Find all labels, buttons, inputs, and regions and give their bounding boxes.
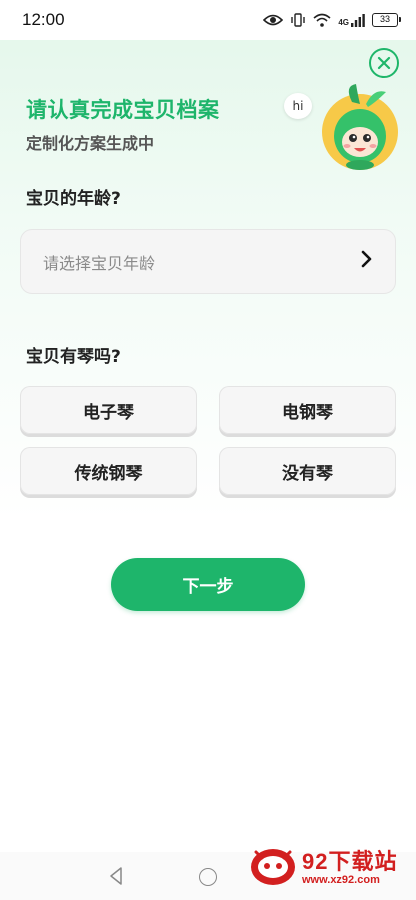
close-icon [377,56,391,70]
signal-icon: 4G [338,13,365,27]
mascot-speech-bubble: hi [284,93,312,119]
watermark-brand: 92下载站 [302,849,398,874]
status-time: 12:00 [22,10,65,29]
watermark: 92下载站 www.xz92.com [244,838,414,894]
wifi-icon [313,13,331,27]
piano-section-label: 宝贝有琴吗? [26,347,121,367]
network-type: 4G [338,17,349,27]
close-button[interactable] [369,48,399,78]
option-digital-piano[interactable]: 电钢琴 [219,386,396,434]
status-bar: 12:00 4G 33 [0,0,416,40]
home-icon[interactable] [199,868,217,886]
status-icons: 4G 33 [263,12,401,28]
page-subtitle: 定制化方案生成中 [26,134,155,153]
watermark-logo-icon [251,849,295,885]
option-acoustic-piano[interactable]: 传统钢琴 [20,447,197,495]
battery-icon: 33 [372,13,401,27]
option-electronic-keyboard[interactable]: 电子琴 [20,386,197,434]
watermark-url: www.xz92.com [302,874,380,886]
age-select-placeholder: 请选择宝贝年龄 [43,253,156,273]
option-no-piano[interactable]: 没有琴 [219,447,396,495]
vibrate-icon [290,12,306,28]
back-icon[interactable] [108,866,124,890]
next-step-button[interactable]: 下一步 [111,558,305,611]
age-select[interactable]: 请选择宝贝年龄 [20,229,396,294]
age-section-label: 宝贝的年龄? [26,189,121,209]
page-title: 请认真完成宝贝档案 [26,98,220,122]
eye-icon [263,13,284,27]
chevron-right-icon [361,249,373,274]
